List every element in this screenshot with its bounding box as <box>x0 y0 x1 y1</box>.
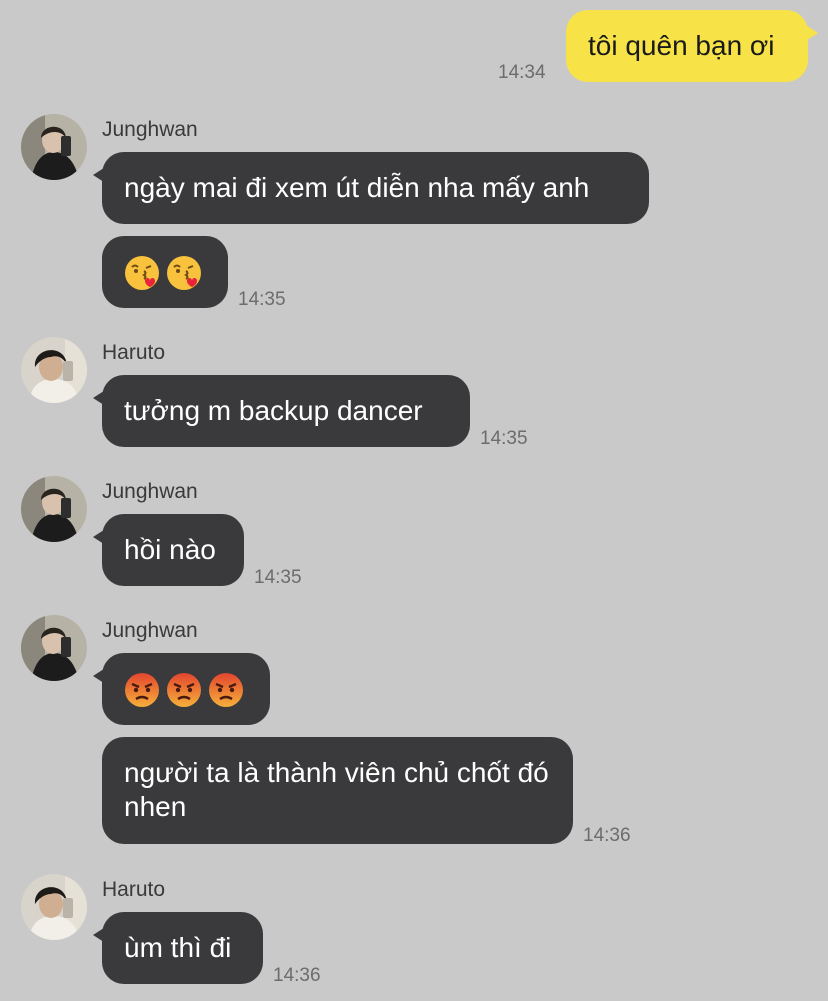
avatar-haruto[interactable] <box>21 874 87 940</box>
message-text: ùm thì đi <box>124 932 232 963</box>
avatar-junghwan[interactable] <box>21 615 87 681</box>
angry-face-emoji <box>124 672 160 708</box>
message-text: ngày mai đi xem út diễn nha mấy anh <box>124 172 590 203</box>
message-text: hồi nào <box>124 534 216 565</box>
avatar-junghwan[interactable] <box>21 114 87 180</box>
message-text: người ta là thành viên chủ chốt đó nhen <box>124 757 549 822</box>
outgoing-message-bubble[interactable]: tôi quên bạn ơi <box>566 10 818 82</box>
kissing-heart-emoji <box>166 255 202 291</box>
incoming-emoji-bubble[interactable] <box>102 236 228 308</box>
sender-name: Junghwan <box>102 619 198 642</box>
message-time: 14:34 <box>498 62 546 83</box>
message-time: 14:35 <box>238 289 286 310</box>
incoming-message-bubble[interactable]: tưởng m backup dancer <box>93 375 470 447</box>
sender-name: Haruto <box>102 341 166 364</box>
incoming-message-bubble[interactable]: hồi nào <box>93 514 244 586</box>
kissing-heart-emoji <box>124 255 160 291</box>
angry-face-emoji <box>166 672 202 708</box>
message-text: tôi quên bạn ơi <box>588 30 775 61</box>
incoming-message-bubble[interactable]: người ta là thành viên chủ chốt đó nhen <box>102 737 573 844</box>
sender-name: Junghwan <box>102 118 198 141</box>
message-text: tưởng m backup dancer <box>124 395 423 426</box>
incoming-message-bubble[interactable]: ùm thì đi <box>93 912 263 984</box>
sender-name: Haruto <box>102 878 166 901</box>
angry-face-emoji <box>208 672 244 708</box>
message-time: 14:35 <box>480 428 528 449</box>
avatar-junghwan[interactable] <box>21 476 87 542</box>
message-time: 14:36 <box>583 825 631 846</box>
message-time: 14:36 <box>273 965 321 986</box>
incoming-emoji-bubble[interactable] <box>93 653 270 725</box>
sender-name: Junghwan <box>102 480 198 503</box>
avatar-haruto[interactable] <box>21 337 87 403</box>
incoming-message-bubble[interactable]: ngày mai đi xem út diễn nha mấy anh <box>93 152 649 224</box>
message-time: 14:35 <box>254 567 302 588</box>
